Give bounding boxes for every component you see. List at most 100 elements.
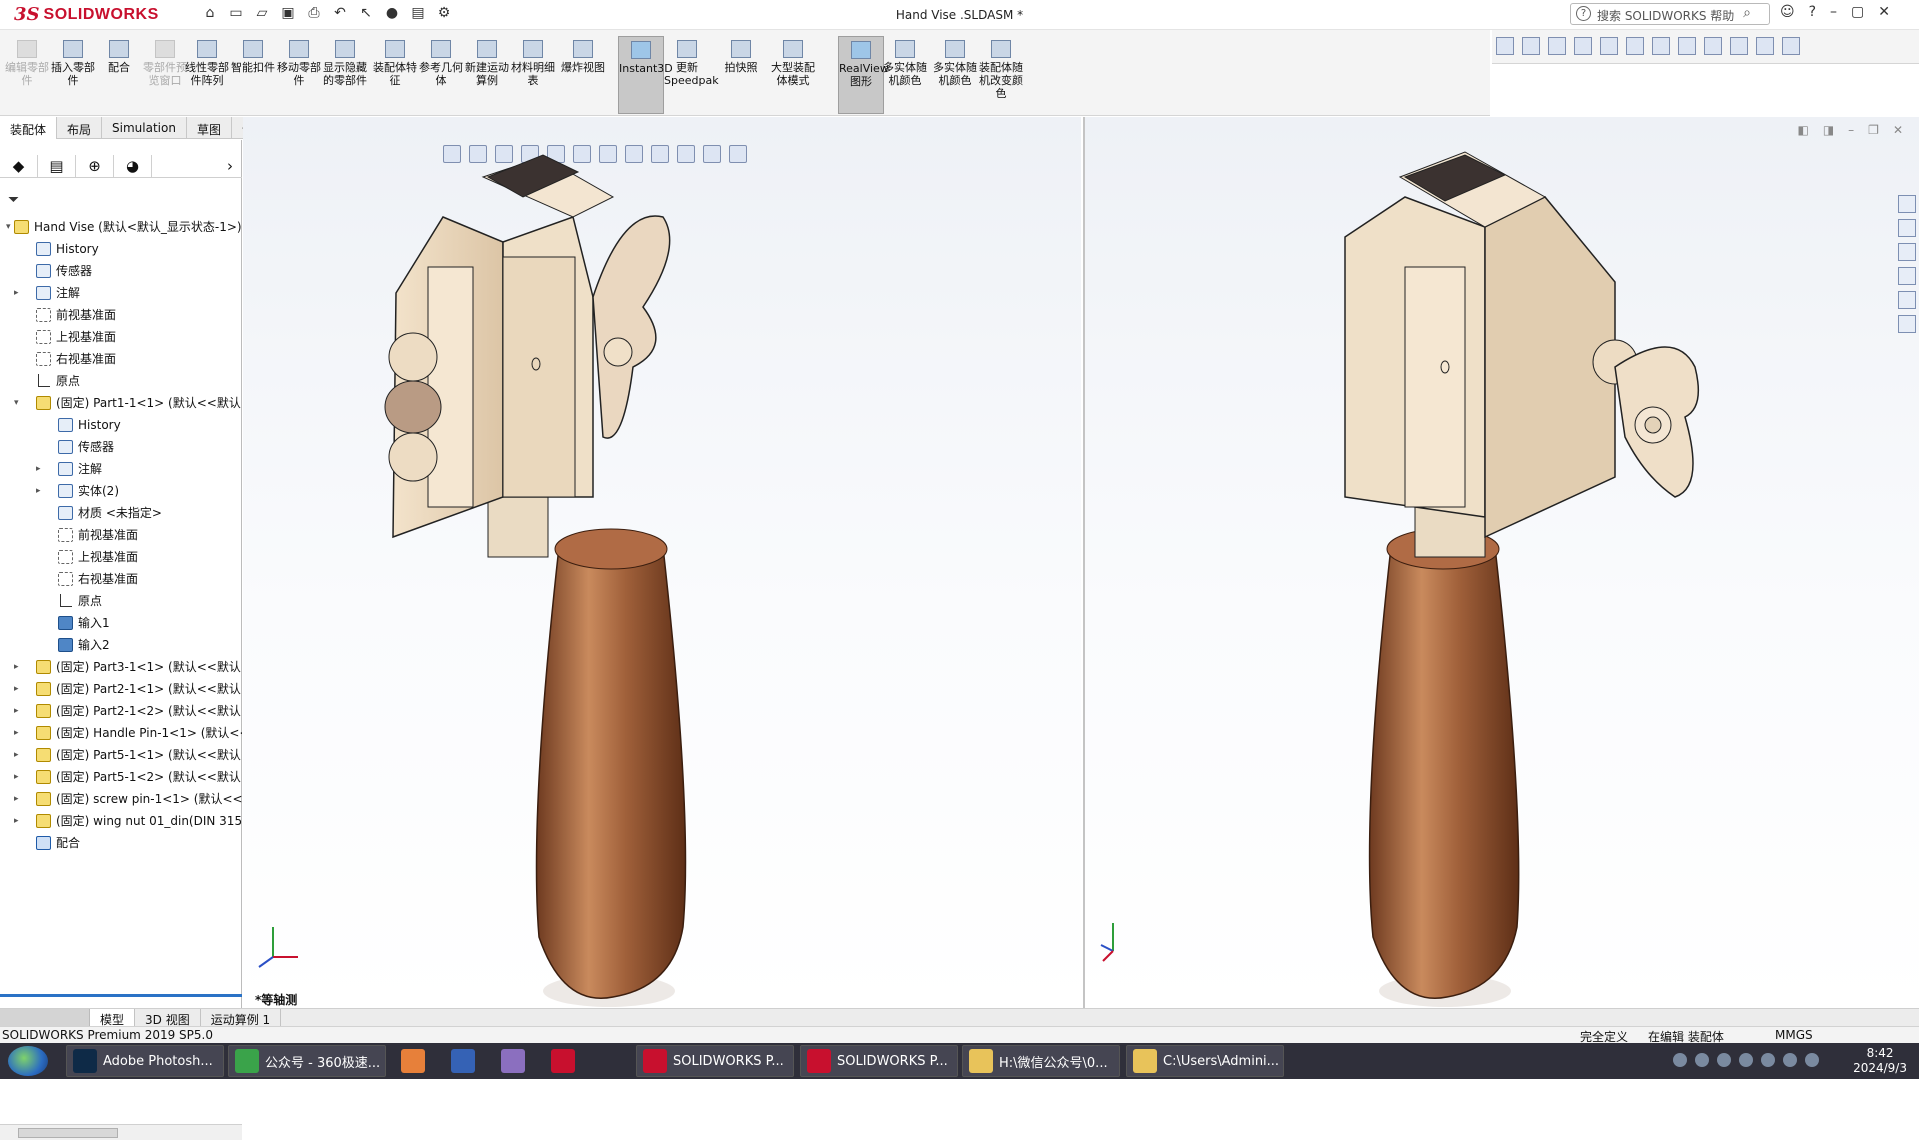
maximize-button[interactable]: ▢: [1851, 4, 1864, 20]
tree-item[interactable]: 原点: [0, 590, 242, 612]
tree-item[interactable]: History: [0, 414, 242, 436]
collapse-arrow-icon[interactable]: ▾: [6, 216, 11, 238]
tree-item[interactable]: ▸ (固定) Part5-1<1> (默认<<默认>_: [0, 744, 242, 766]
tree-item[interactable]: 输入2: [0, 634, 242, 656]
tree-item[interactable]: 材质 <未指定>: [0, 502, 242, 524]
view-palette-icon[interactable]: [1898, 267, 1916, 285]
taskbar-app-button[interactable]: SOLIDWORKS P...: [636, 1045, 794, 1077]
expand-arrow-icon[interactable]: ▸: [14, 656, 19, 678]
tray-icon[interactable]: [1673, 1053, 1687, 1067]
configuration-manager-tab-icon[interactable]: ⊕: [76, 154, 114, 177]
search-icon[interactable]: ⌕: [1743, 5, 1751, 21]
expand-arrow-icon[interactable]: ▸: [14, 282, 19, 304]
hand-vise-model-left[interactable]: [243, 117, 1081, 1008]
graphics-viewport-right[interactable]: ◧ ◨ – ❐ ✕: [1083, 117, 1919, 1008]
feature-tree-tab-icon[interactable]: ◆: [0, 154, 38, 177]
filter-icon[interactable]: [1704, 37, 1722, 55]
appearances-scenes-icon[interactable]: [1898, 291, 1916, 309]
tree-item[interactable]: 输入1: [0, 612, 242, 634]
taskbar-app-button[interactable]: [390, 1045, 436, 1077]
taskbar-app-button[interactable]: [540, 1045, 586, 1077]
ribbon-button[interactable]: 线性零部件阵列: [184, 36, 230, 114]
ribbon-button[interactable]: 拍快照: [718, 36, 764, 114]
expand-arrow-icon[interactable]: ▸: [36, 458, 41, 480]
tree-item[interactable]: 配合: [0, 832, 242, 854]
tree-item[interactable]: ▸ 实体(2): [0, 480, 242, 502]
filter-icon[interactable]: [1678, 37, 1696, 55]
ribbon-button[interactable]: 多实体随机颜色: [932, 36, 978, 114]
taskbar-app-button[interactable]: Adobe Photosh...: [66, 1045, 224, 1077]
expand-arrow-icon[interactable]: ▸: [14, 678, 19, 700]
tree-item[interactable]: 右视基准面: [0, 348, 242, 370]
taskbar-app-button[interactable]: H:\微信公众号\0...: [962, 1045, 1120, 1077]
graphics-viewport-left[interactable]: *等轴测: [243, 117, 1081, 1008]
select-pointer-icon[interactable]: [1574, 37, 1592, 55]
taskbar-app-button[interactable]: 公众号 - 360极速...: [228, 1045, 386, 1077]
tree-filter-icon[interactable]: ⏷: [8, 192, 19, 208]
tab-scroll-arrows[interactable]: [0, 1009, 90, 1027]
tree-item[interactable]: ▾ (固定) Part1-1<1> (默认<<默认>_: [0, 392, 242, 414]
scrollbar-thumb[interactable]: [18, 1128, 118, 1138]
chevron-right-icon[interactable]: ›: [218, 155, 242, 177]
tree-item[interactable]: ▸ 注解: [0, 458, 242, 480]
ribbon-button[interactable]: 大型装配体模式: [770, 36, 816, 114]
tree-item[interactable]: ▸ (固定) Part3-1<1> (默认<<默认>_: [0, 656, 242, 678]
help-button[interactable]: ?: [1809, 4, 1816, 20]
close-button[interactable]: ✕: [1878, 4, 1890, 20]
minimize-button[interactable]: –: [1830, 4, 1837, 20]
ribbon-button[interactable]: 更新Speedpak: [664, 36, 719, 114]
tray-icon[interactable]: [1761, 1053, 1775, 1067]
ribbon-button[interactable]: 爆炸视图: [560, 36, 606, 114]
tree-item[interactable]: ▸ (固定) Part2-1<2> (默认<<默认>_: [0, 700, 242, 722]
taskbar-app-button[interactable]: [440, 1045, 486, 1077]
ribbon-button[interactable]: 装配体特征: [372, 36, 418, 114]
taskbar-app-button[interactable]: C:\Users\Admini...: [1126, 1045, 1284, 1077]
tree-item[interactable]: 传感器: [0, 260, 242, 282]
filter-icon[interactable]: [1600, 37, 1618, 55]
filter-icon[interactable]: [1522, 37, 1540, 55]
filter-icon[interactable]: [1652, 37, 1670, 55]
bottom-tab-0[interactable]: 模型: [90, 1009, 136, 1027]
design-library-icon[interactable]: [1898, 219, 1916, 237]
ribbon-button[interactable]: 参考几何体: [418, 36, 464, 114]
expand-arrow-icon[interactable]: ▸: [14, 722, 19, 744]
tray-icon[interactable]: [1739, 1053, 1753, 1067]
file-explorer-icon[interactable]: [1898, 243, 1916, 261]
tree-item[interactable]: ▸ (固定) Handle Pin-1<1> (默认<<默: [0, 722, 242, 744]
tree-item[interactable]: 上视基准面: [0, 326, 242, 348]
filter-icon[interactable]: [1548, 37, 1566, 55]
units-selector[interactable]: MMGS: [1775, 1028, 1813, 1042]
custom-properties-icon[interactable]: [1898, 315, 1916, 333]
user-icon[interactable]: ☺: [1780, 4, 1795, 20]
tab-0[interactable]: 装配体: [0, 117, 58, 139]
tree-item[interactable]: History: [0, 238, 242, 260]
tree-item[interactable]: 传感器: [0, 436, 242, 458]
expand-arrow-icon[interactable]: ▸: [14, 810, 19, 832]
close-pane-icon[interactable]: ✕: [1893, 123, 1903, 137]
rollback-bar[interactable]: [0, 994, 242, 997]
ribbon-button[interactable]: 智能扣件: [230, 36, 276, 114]
tree-item[interactable]: 右视基准面: [0, 568, 242, 590]
ribbon-button[interactable]: 显示隐藏的零部件: [322, 36, 368, 114]
solidworks-resources-icon[interactable]: [1898, 195, 1916, 213]
expand-arrow-icon[interactable]: ▸: [36, 480, 41, 502]
ribbon-button[interactable]: 装配体随机改变颜色: [978, 36, 1024, 114]
tab-1[interactable]: 布局: [57, 117, 103, 139]
tree-item[interactable]: 前视基准面: [0, 304, 242, 326]
tray-icon[interactable]: [1717, 1053, 1731, 1067]
help-search-input[interactable]: ? 搜索 SOLIDWORKS 帮助 ⌕: [1570, 3, 1770, 25]
tray-icon[interactable]: [1695, 1053, 1709, 1067]
bottom-tab-1[interactable]: 3D 视图: [135, 1009, 201, 1027]
expand-arrow-icon[interactable]: ▸: [14, 788, 19, 810]
display-manager-tab-icon[interactable]: ◕: [114, 154, 152, 177]
collapse-arrow-icon[interactable]: ▾: [14, 392, 19, 414]
filter-icon[interactable]: [1756, 37, 1774, 55]
clock[interactable]: 8:42 2024/9/3: [1853, 1046, 1907, 1076]
tab-2[interactable]: Simulation: [102, 117, 187, 139]
ribbon-button[interactable]: 配合: [96, 36, 142, 114]
tree-item[interactable]: ▸ (固定) screw pin-1<1> (默认<<默: [0, 788, 242, 810]
filter-icon[interactable]: [1730, 37, 1748, 55]
ribbon-button[interactable]: Instant3D: [618, 36, 673, 114]
tree-item[interactable]: ▾ Hand Vise (默认<默认_显示状态-1>): [0, 216, 242, 238]
tree-item[interactable]: 上视基准面: [0, 546, 242, 568]
